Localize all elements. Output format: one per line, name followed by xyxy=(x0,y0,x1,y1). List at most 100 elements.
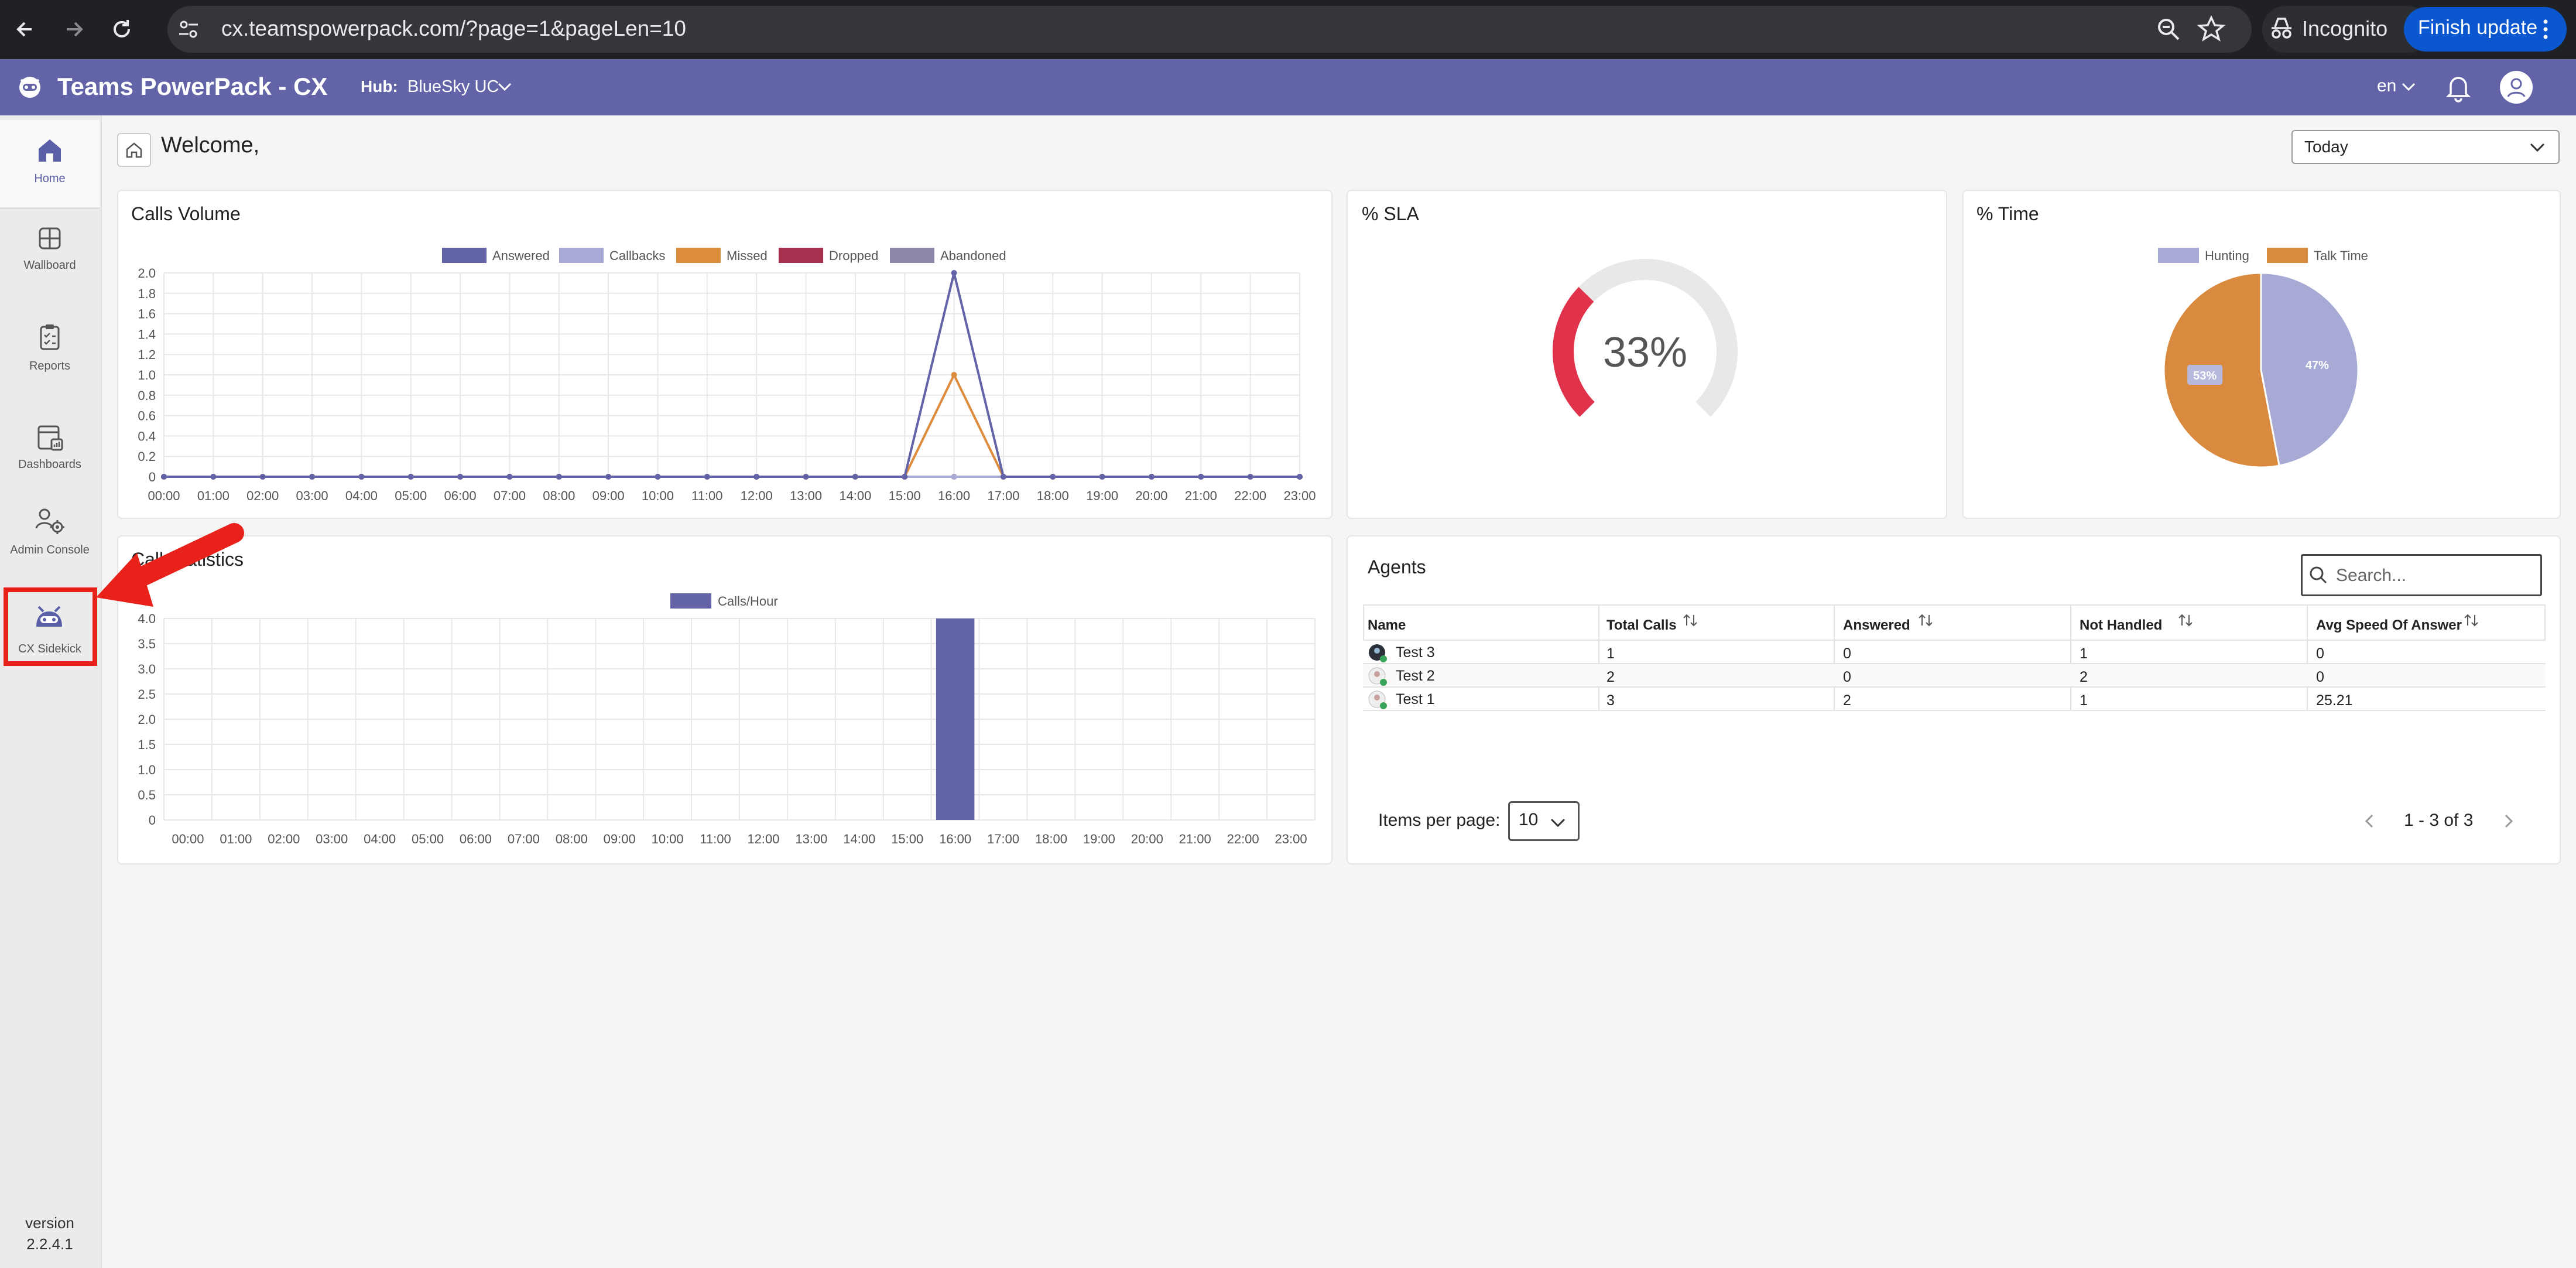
data-point xyxy=(951,372,957,378)
x-tick-label: 03:00 xyxy=(296,488,328,503)
sidebar-item-label: Dashboards xyxy=(18,458,81,471)
data-point xyxy=(902,474,908,480)
back-icon[interactable] xyxy=(8,12,43,47)
x-tick-label: 17:00 xyxy=(987,488,1019,503)
legend-swatch xyxy=(890,248,934,263)
x-tick-label: 06:00 xyxy=(444,488,477,503)
calls-volume-title: Calls Volume xyxy=(131,203,241,224)
sidebar-item-label: Wallboard xyxy=(23,259,76,272)
data-point xyxy=(803,474,809,480)
data-point xyxy=(1297,474,1303,480)
pie-slice-label: 53% xyxy=(2193,370,2217,382)
sort-icon[interactable] xyxy=(1681,611,1699,629)
agent-answered: 0 xyxy=(1843,645,1851,662)
x-tick-label: 09:00 xyxy=(604,832,636,846)
call-statistics-chart: 00.51.01.52.02.53.03.54.000:00 01:00 02:00… xyxy=(138,593,1316,846)
table-row[interactable] xyxy=(1363,641,2546,664)
x-tick-label: 15:00 xyxy=(891,832,923,846)
data-point xyxy=(556,474,562,480)
x-tick-label: 18:00 xyxy=(1035,832,1067,846)
data-point xyxy=(753,474,760,480)
agent-name: Test 3 xyxy=(1396,644,1435,661)
sort-icon[interactable] xyxy=(1917,611,1934,629)
x-tick-label: 00:00 xyxy=(148,488,180,503)
app-title: Teams PowerPack - CX xyxy=(57,73,328,100)
table-row[interactable] xyxy=(1363,688,2546,711)
column-header-name[interactable]: Name xyxy=(1368,617,1406,634)
browser-menu-icon[interactable] xyxy=(2540,18,2551,41)
y-tick-label: 1.4 xyxy=(138,327,156,341)
agent-avatar-icon xyxy=(1369,644,1387,662)
x-tick-label: 03:00 xyxy=(316,832,348,846)
x-tick-label: 07:00 xyxy=(508,832,540,846)
column-header-answered[interactable]: Answered xyxy=(1843,617,1910,634)
pagination-range: 1 - 3 of 3 xyxy=(2404,811,2474,830)
data-point xyxy=(358,474,365,480)
y-tick-label: 2.0 xyxy=(138,712,156,727)
data-point xyxy=(1148,474,1155,480)
notifications-bell-icon[interactable] xyxy=(2443,71,2474,103)
column-header-avg-speed[interactable]: Avg Speed Of Answer xyxy=(2316,617,2462,634)
reload-icon[interactable] xyxy=(104,12,139,47)
data-point xyxy=(407,474,414,480)
x-tick-label: 22:00 xyxy=(1234,488,1266,503)
user-avatar-icon[interactable] xyxy=(2499,70,2534,105)
legend-swatch xyxy=(676,248,721,263)
highlight-box xyxy=(4,587,97,666)
agent-avg-speed: 0 xyxy=(2316,669,2324,685)
y-tick-label: 1.8 xyxy=(138,286,156,301)
x-tick-label: 02:00 xyxy=(268,832,300,846)
x-tick-label: 14:00 xyxy=(843,832,875,846)
legend-swatch xyxy=(670,593,711,609)
table-row[interactable] xyxy=(1363,664,2546,688)
url-text[interactable]: cx.teamspowerpack.com/?page=1&pageLen=10 xyxy=(221,16,686,41)
y-tick-label: 0.5 xyxy=(138,788,156,802)
legend-label: Answered xyxy=(492,248,550,263)
agent-avatar-icon xyxy=(1368,667,1387,686)
language-selector[interactable]: en xyxy=(2377,76,2396,96)
y-tick-label: 2.5 xyxy=(138,687,156,702)
hub-selector[interactable]: BlueSky UC xyxy=(407,77,499,97)
x-tick-label: 06:00 xyxy=(460,832,492,846)
sort-icon[interactable] xyxy=(2462,611,2480,629)
incognito-icon xyxy=(2272,18,2291,39)
reports-icon xyxy=(40,324,60,350)
x-tick-label: 02:00 xyxy=(246,488,279,503)
y-tick-label: 0.2 xyxy=(138,449,156,464)
x-tick-label: 15:00 xyxy=(889,488,921,503)
data-point xyxy=(852,474,858,480)
y-tick-label: 0.4 xyxy=(138,429,156,443)
chevron-down-icon[interactable] xyxy=(496,80,513,94)
zoom-icon[interactable] xyxy=(2154,15,2183,43)
next-page-icon[interactable] xyxy=(2500,812,2516,830)
search-placeholder: Search... xyxy=(2336,566,2407,585)
column-header-total-calls[interactable]: Total Calls xyxy=(1606,617,1677,634)
y-tick-label: 0 xyxy=(149,470,156,484)
data-point xyxy=(161,474,167,480)
agents-title: Agents xyxy=(1368,556,1426,577)
time-title: % Time xyxy=(1976,203,2039,224)
chevron-down-icon[interactable] xyxy=(2400,80,2417,94)
x-tick-label: 21:00 xyxy=(1185,488,1217,503)
x-tick-label: 11:00 xyxy=(700,832,731,846)
x-tick-label: 10:00 xyxy=(652,832,684,846)
x-tick-label: 20:00 xyxy=(1131,832,1163,846)
pie-slice-label: 47% xyxy=(2306,359,2329,372)
x-tick-label: 21:00 xyxy=(1179,832,1211,846)
forward-icon[interactable] xyxy=(56,12,91,47)
column-header-not-handled[interactable]: Not Handled xyxy=(2080,617,2162,634)
sidebar-item-label: Admin Console xyxy=(10,544,90,556)
previous-page-icon[interactable] xyxy=(2362,812,2378,830)
bookmark-star-icon[interactable] xyxy=(2197,14,2226,43)
site-info-icon[interactable] xyxy=(176,16,201,42)
gauge-value-arc xyxy=(1553,287,1595,417)
data-point xyxy=(259,474,266,480)
x-tick-label: 12:00 xyxy=(747,832,779,846)
agent-avatar-icon xyxy=(1368,691,1387,709)
sort-icon[interactable] xyxy=(2177,611,2194,629)
legend-swatch xyxy=(2158,248,2199,263)
legend-label: Hunting xyxy=(2205,248,2249,263)
data-point xyxy=(1000,474,1006,480)
legend-label: Abandoned xyxy=(940,248,1006,263)
legend-label: Callbacks xyxy=(609,248,665,263)
